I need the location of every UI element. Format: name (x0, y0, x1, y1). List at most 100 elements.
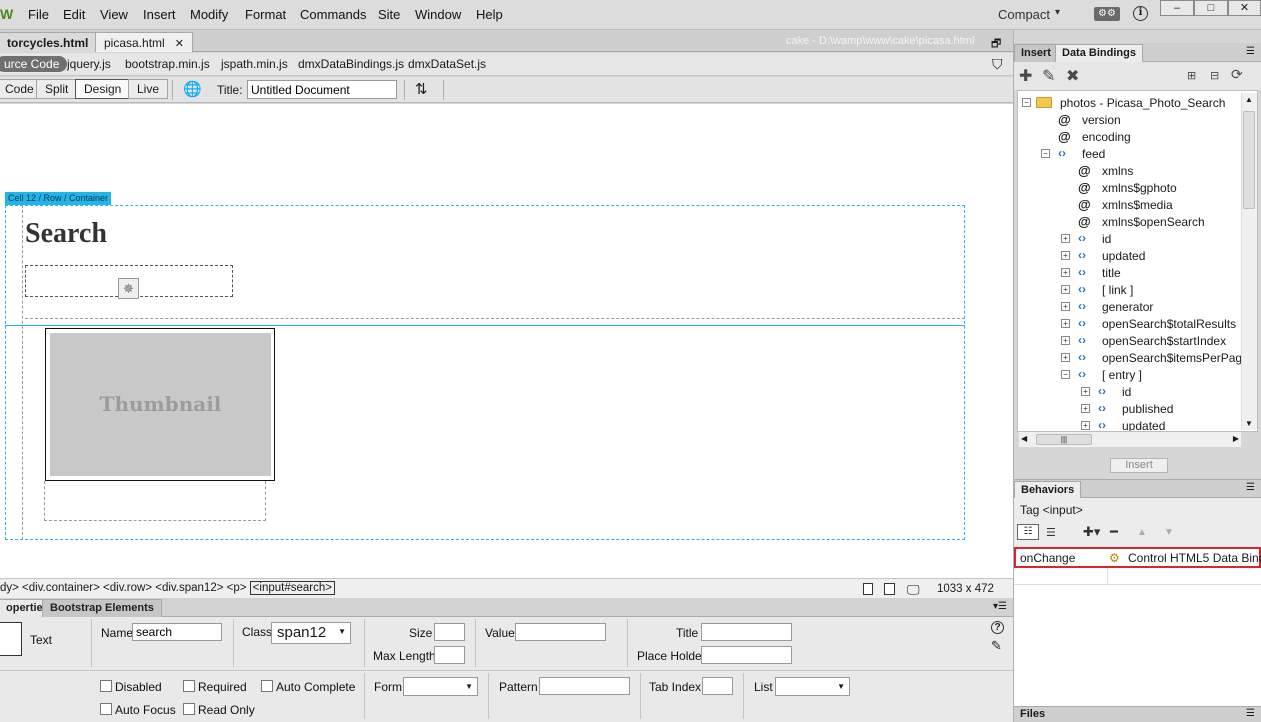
tree-node[interactable]: + ‹› openSearch$startIndex (1018, 332, 1243, 349)
title-attr-input[interactable] (701, 623, 792, 641)
desktop-size-icon[interactable]: 🖵 (907, 582, 920, 598)
move-up-icon[interactable]: ▲ (1137, 527, 1147, 538)
scroll-down-icon[interactable]: ▼ (1245, 419, 1253, 428)
tree-node[interactable]: − ‹› [ entry ] (1018, 366, 1243, 383)
tree-node[interactable]: @ xmlns$media (1018, 196, 1243, 213)
design-view-button[interactable]: Design (75, 79, 131, 99)
live-view-button[interactable]: Live (128, 79, 169, 99)
widget-icon[interactable]: ✵ (118, 278, 139, 299)
filter-icon[interactable]: ⛉ (992, 56, 1003, 73)
tree-node[interactable]: @ xmlns$openSearch (1018, 213, 1243, 230)
expand-icon[interactable]: + (1061, 268, 1070, 277)
chevron-down-icon[interactable]: ▾ (1055, 7, 1060, 18)
tree-node[interactable]: − ‹› feed (1018, 145, 1243, 162)
collapse-icon[interactable]: − (1022, 98, 1031, 107)
restore-icon[interactable]: 🗗 (991, 35, 1001, 54)
tree-node[interactable]: + ‹› openSearch$totalResults (1018, 315, 1243, 332)
tree-node[interactable]: @ xmlns$gphoto (1018, 179, 1243, 196)
max-length-input[interactable] (434, 646, 465, 664)
related-file[interactable]: jquery.js (67, 57, 111, 71)
edit-icon[interactable]: ✎ (1042, 66, 1055, 86)
menu-site[interactable]: Site (378, 7, 400, 22)
tree-node[interactable]: @ version (1018, 111, 1243, 128)
tree-node[interactable]: + ‹› id (1018, 383, 1243, 400)
data-bindings-tree[interactable]: − photos - Picasa_Photo_Search @ version @ en… (1017, 90, 1258, 432)
show-all-events-icon[interactable]: ☰ (1046, 526, 1056, 539)
expand-icon[interactable]: + (1081, 404, 1090, 413)
auto-complete-checkbox[interactable] (261, 680, 273, 692)
menu-file[interactable]: File (28, 7, 49, 22)
menu-edit[interactable]: Edit (63, 7, 85, 22)
related-file[interactable]: jspath.min.js (221, 57, 288, 71)
refresh-icon[interactable]: ⟳ (1231, 66, 1243, 83)
menu-window[interactable]: Window (415, 7, 461, 22)
file-management-icon[interactable]: ⇅ (415, 80, 428, 98)
menu-modify[interactable]: Modify (190, 7, 228, 22)
name-input[interactable] (132, 623, 222, 641)
behavior-event[interactable]: onChange (1020, 551, 1075, 565)
globe-icon[interactable]: 🌐 (183, 80, 202, 98)
size-input[interactable] (434, 623, 465, 641)
class-select[interactable]: span12 ▼ (271, 622, 351, 644)
panel-menu-icon[interactable]: ▾☰ (993, 601, 1007, 612)
panel-menu-icon[interactable]: ☰ (1246, 46, 1255, 57)
menu-commands[interactable]: Commands (300, 7, 366, 22)
delete-icon[interactable]: ✖ (1066, 66, 1079, 86)
tree-node[interactable]: @ encoding (1018, 128, 1243, 145)
scroll-right-icon[interactable]: ▶ (1233, 434, 1239, 443)
horizontal-scroll-thumb[interactable]: ||| (1036, 434, 1092, 445)
tab-behaviors[interactable]: Behaviors (1014, 481, 1082, 499)
tree-node[interactable]: + ‹› openSearch$itemsPerPage (1018, 349, 1249, 366)
form-select[interactable]: ▼ (403, 677, 478, 696)
info-icon[interactable]: i (1133, 6, 1148, 21)
related-file[interactable]: bootstrap.min.js (125, 57, 210, 71)
tree-node[interactable]: + ‹› title (1018, 264, 1243, 281)
minimize-button[interactable]: – (1160, 0, 1194, 16)
expand-icon[interactable]: + (1061, 234, 1070, 243)
tree-node[interactable]: + ‹› generator (1018, 298, 1243, 315)
related-file[interactable]: dmxDataSet.js (408, 57, 486, 71)
expand-icon[interactable]: + (1061, 285, 1070, 294)
element-label[interactable]: Cell 12 / Row / Container (5, 192, 112, 205)
sync-settings-icon[interactable]: ⚙⚙ (1094, 7, 1120, 21)
expand-icon[interactable]: + (1061, 336, 1070, 345)
help-icon[interactable]: ? (991, 621, 1004, 634)
tab-data-bindings[interactable]: Data Bindings (1055, 44, 1143, 62)
close-window-button[interactable]: ✕ (1228, 0, 1261, 16)
tag-path[interactable]: dy> <div.container> <div.row> <div.span1… (0, 582, 246, 594)
menu-format[interactable]: Format (245, 7, 286, 22)
expand-icon[interactable]: + (1081, 387, 1090, 396)
tree-node[interactable]: + ‹› updated (1018, 247, 1243, 264)
show-set-events-icon[interactable]: ☷ (1017, 524, 1039, 540)
expand-icon[interactable]: + (1061, 251, 1070, 260)
expand-icon[interactable]: + (1081, 421, 1090, 430)
page-heading[interactable]: Search (25, 218, 107, 250)
vertical-scroll-thumb[interactable] (1243, 111, 1255, 209)
current-tag[interactable]: <input#search> (249, 581, 335, 595)
read-only-checkbox[interactable] (183, 703, 195, 715)
value-input[interactable] (515, 623, 606, 641)
scroll-left-icon[interactable]: ◀ (1021, 434, 1027, 443)
menu-view[interactable]: View (100, 7, 128, 22)
tab-index-input[interactable] (702, 677, 733, 695)
scroll-up-icon[interactable]: ▲ (1245, 95, 1253, 104)
design-view[interactable]: Cell 12 / Row / Container Search ✵ Thumb… (0, 104, 1013, 578)
tab-picasa[interactable]: picasa.html ✕ (95, 32, 193, 52)
edit-icon[interactable]: ✎ (991, 638, 1002, 654)
tab-files[interactable]: Files (1020, 708, 1045, 720)
disabled-checkbox[interactable] (100, 680, 112, 692)
insert-button[interactable]: Insert (1110, 458, 1168, 473)
document-title-input[interactable] (247, 80, 397, 99)
panel-menu-icon[interactable]: ☰ (1246, 482, 1255, 493)
thumbnail-image[interactable]: Thumbnail (50, 333, 271, 476)
tree-node[interactable]: @ xmlns (1018, 162, 1243, 179)
required-checkbox[interactable] (183, 680, 195, 692)
workspace-switcher[interactable]: Compact (998, 7, 1050, 22)
tree-node[interactable]: + ‹› id (1018, 230, 1243, 247)
collapse-icon[interactable]: − (1041, 149, 1050, 158)
collapse-icon[interactable]: − (1061, 370, 1070, 379)
source-code-button[interactable]: urce Code (0, 56, 68, 72)
menu-insert[interactable]: Insert (143, 7, 176, 22)
close-icon[interactable]: ✕ (175, 38, 184, 50)
expand-icon[interactable]: + (1061, 353, 1070, 362)
